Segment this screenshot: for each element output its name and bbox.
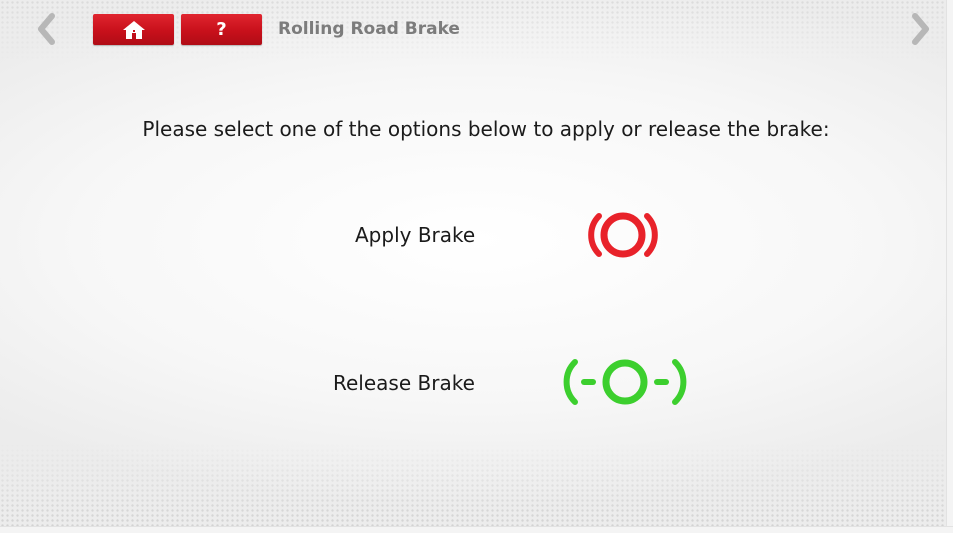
footer-texture — [0, 443, 953, 533]
instruction-text: Please select one of the options below t… — [142, 117, 830, 141]
apply-brake-button[interactable] — [583, 203, 663, 267]
home-button[interactable] — [93, 14, 174, 45]
chevron-right-icon — [912, 13, 929, 45]
brake-released-icon — [563, 359, 687, 405]
bottom-frame — [0, 526, 953, 533]
release-brake-label: Release Brake — [333, 371, 475, 395]
release-brake-button[interactable] — [563, 350, 687, 414]
help-button[interactable]: ? — [181, 14, 262, 45]
help-button-label: ? — [216, 18, 227, 40]
brake-screen: ? Rolling Road Brake Please select one o… — [0, 0, 953, 533]
right-frame — [946, 0, 953, 533]
brake-applied-icon — [588, 212, 658, 258]
apply-brake-label: Apply Brake — [355, 223, 476, 247]
forward-button[interactable] — [908, 12, 934, 46]
chevron-left-icon — [38, 13, 55, 45]
back-button[interactable] — [33, 12, 59, 46]
page-title: Rolling Road Brake — [278, 19, 460, 39]
home-icon — [122, 20, 145, 39]
